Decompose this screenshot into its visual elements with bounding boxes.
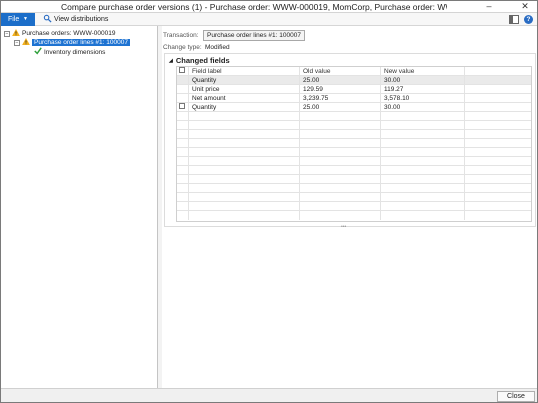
empty-row xyxy=(177,139,531,148)
title-bar: Compare purchase order versions (1) - Pu… xyxy=(1,1,537,13)
view-distributions-button[interactable]: View distributions xyxy=(43,14,108,25)
empty-cell xyxy=(465,76,531,85)
row-checkbox-cell xyxy=(177,85,189,94)
transaction-label: Transaction: xyxy=(163,32,199,39)
empty-row xyxy=(177,130,531,139)
empty-row xyxy=(177,202,531,211)
new-value-cell: 30.00 xyxy=(381,103,465,112)
change-type-label: Change type: xyxy=(163,44,202,51)
row-checkbox-cell xyxy=(177,94,189,103)
tree-item-inventory-dimensions[interactable]: Inventory dimensions xyxy=(34,47,105,56)
empty-row xyxy=(177,157,531,166)
empty-row xyxy=(177,166,531,175)
empty-row xyxy=(177,184,531,193)
tree-inventory-label: Inventory dimensions xyxy=(44,49,106,56)
collapse-icon[interactable]: − xyxy=(14,40,20,46)
layout-icon[interactable] xyxy=(509,15,519,24)
collapse-icon[interactable]: − xyxy=(4,31,10,37)
empty-row xyxy=(177,175,531,184)
tree-root-label: Purchase orders: WWW-000019 xyxy=(22,30,116,37)
empty-row xyxy=(177,112,531,121)
table-row[interactable]: Quantity 25.00 30.00 xyxy=(177,76,531,85)
empty-cell xyxy=(465,85,531,94)
file-menu-label: File xyxy=(8,16,20,23)
tree-item-root[interactable]: − Purchase orders: WWW-000019 xyxy=(4,29,115,38)
old-value-cell: 25.00 xyxy=(300,76,381,85)
field-label-cell: Quantity xyxy=(189,103,300,112)
column-header-new-value[interactable]: New value xyxy=(381,67,465,76)
row-checkbox-cell[interactable] xyxy=(177,103,189,112)
column-header-old-value[interactable]: Old value xyxy=(300,67,381,76)
select-all-checkbox-cell[interactable] xyxy=(177,67,189,76)
view-distributions-label: View distributions xyxy=(54,16,109,23)
field-label-cell: Quantity xyxy=(189,76,300,85)
warning-icon xyxy=(12,29,20,36)
old-value-cell: 129.59 xyxy=(300,85,381,94)
empty-row xyxy=(177,121,531,130)
field-label-cell: Net amount xyxy=(189,94,300,103)
distribution-icon xyxy=(43,14,52,23)
tree-po-lines-label: Purchase order lines #1: 100007 xyxy=(32,39,130,46)
row-checkbox-cell xyxy=(177,76,189,85)
new-value-cell: 30.00 xyxy=(381,76,465,85)
empty-cell xyxy=(465,94,531,103)
minimize-icon[interactable]: – xyxy=(477,1,501,13)
row-checkbox[interactable] xyxy=(179,103,185,109)
empty-cell xyxy=(465,103,531,112)
file-menu-button[interactable]: File ▼ xyxy=(1,13,35,26)
chevron-down-icon: ▼ xyxy=(23,16,28,22)
table-row[interactable]: Quantity 25.00 30.00 xyxy=(177,103,531,112)
checkmark-icon xyxy=(34,47,42,55)
transaction-field: Purchase order lines #1: 100007 xyxy=(203,30,305,41)
tree-pane: − Purchase orders: WWW-000019 − Purchase o… xyxy=(1,26,158,388)
empty-row xyxy=(177,211,531,220)
new-value-cell: 119.27 xyxy=(381,85,465,94)
changed-fields-group: ◢ Changed fields Field label Old value Ne… xyxy=(164,53,536,230)
empty-row xyxy=(177,193,531,202)
details-pane: Transaction: Purchase order lines #1: 10… xyxy=(162,26,537,388)
column-header-empty xyxy=(465,67,531,76)
grid-header-row: Field label Old value New value xyxy=(177,67,531,76)
close-window-icon[interactable]: ✕ xyxy=(513,1,537,13)
window-title: Compare purchase order versions (1) - Pu… xyxy=(61,2,447,12)
column-header-field-label[interactable]: Field label xyxy=(189,67,300,76)
select-all-checkbox[interactable] xyxy=(179,67,185,73)
empty-row xyxy=(177,148,531,157)
changed-fields-title: Changed fields xyxy=(175,56,230,65)
close-button[interactable]: Close xyxy=(497,391,535,402)
action-pane: File ▼ View distributions ? xyxy=(1,13,537,26)
button-bar: Close xyxy=(1,388,537,402)
resize-grip-icon[interactable]: ••• xyxy=(341,224,346,230)
old-value-cell: 25.00 xyxy=(300,103,381,112)
table-row[interactable]: Net amount 3,239.75 3,578.10 xyxy=(177,94,531,103)
old-value-cell: 3,239.75 xyxy=(300,94,381,103)
compare-versions-window: Compare purchase order versions (1) - Pu… xyxy=(0,0,538,403)
warning-icon xyxy=(22,38,30,45)
changed-fields-grid: Field label Old value New value Quantity… xyxy=(176,66,532,222)
field-label-cell: Unit price xyxy=(189,85,300,94)
tree-item-po-lines[interactable]: − Purchase order lines #1: 100007 xyxy=(14,38,130,47)
new-value-cell: 3,578.10 xyxy=(381,94,465,103)
changed-fields-header[interactable]: ◢ Changed fields xyxy=(169,56,230,65)
collapse-triangle-icon[interactable]: ◢ xyxy=(169,58,173,64)
help-icon[interactable]: ? xyxy=(524,15,533,24)
table-row[interactable]: Unit price 129.59 119.27 xyxy=(177,85,531,94)
change-type-value: Modified xyxy=(205,44,230,51)
